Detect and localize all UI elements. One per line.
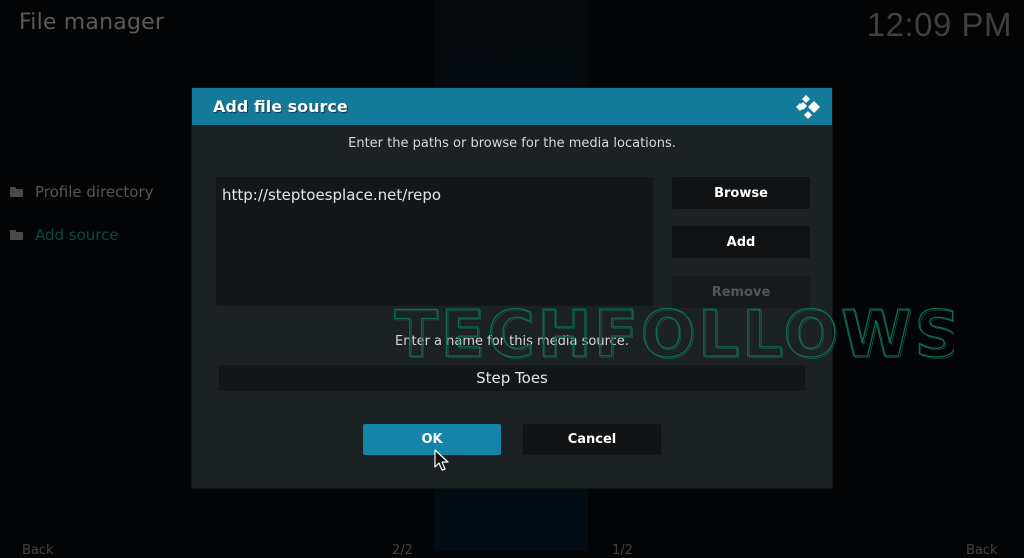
kodi-logo-icon — [796, 94, 820, 119]
sidebar-item-profile-directory[interactable]: Profile directory — [10, 180, 154, 204]
clock: 12:09 PM — [866, 6, 1012, 43]
path-item[interactable]: http://steptoesplace.net/repo — [216, 177, 653, 213]
path-list[interactable]: http://steptoesplace.net/repo — [216, 177, 653, 306]
ok-button[interactable]: OK — [363, 424, 501, 455]
remove-button[interactable]: Remove — [672, 276, 810, 308]
sidebar-item-label: Profile directory — [35, 183, 154, 201]
mouse-pointer-icon — [434, 449, 449, 471]
folder-icon — [10, 187, 23, 197]
cancel-button[interactable]: Cancel — [523, 424, 661, 455]
dialog-title: Add file source — [213, 97, 348, 116]
browse-button[interactable]: Browse — [672, 177, 810, 209]
folder-icon — [10, 230, 23, 240]
footer: Back 2/2 1/2 Back — [0, 543, 1024, 558]
app-title: File manager — [19, 10, 165, 35]
sidebar-item-add-source[interactable]: Add source — [10, 223, 154, 247]
source-name-input[interactable]: Step Toes — [219, 365, 805, 391]
name-label: Enter a name for this media source. — [395, 334, 629, 349]
add-button[interactable]: Add — [672, 226, 810, 258]
add-file-source-dialog: Add file source Enter the paths or brows… — [192, 88, 832, 488]
dialog-header: Add file source — [192, 88, 832, 125]
sidebar: Profile directory Add source — [10, 180, 154, 266]
sidebar-item-label: Add source — [35, 226, 119, 244]
dialog-subtitle: Enter the paths or browse for the media … — [348, 136, 676, 151]
